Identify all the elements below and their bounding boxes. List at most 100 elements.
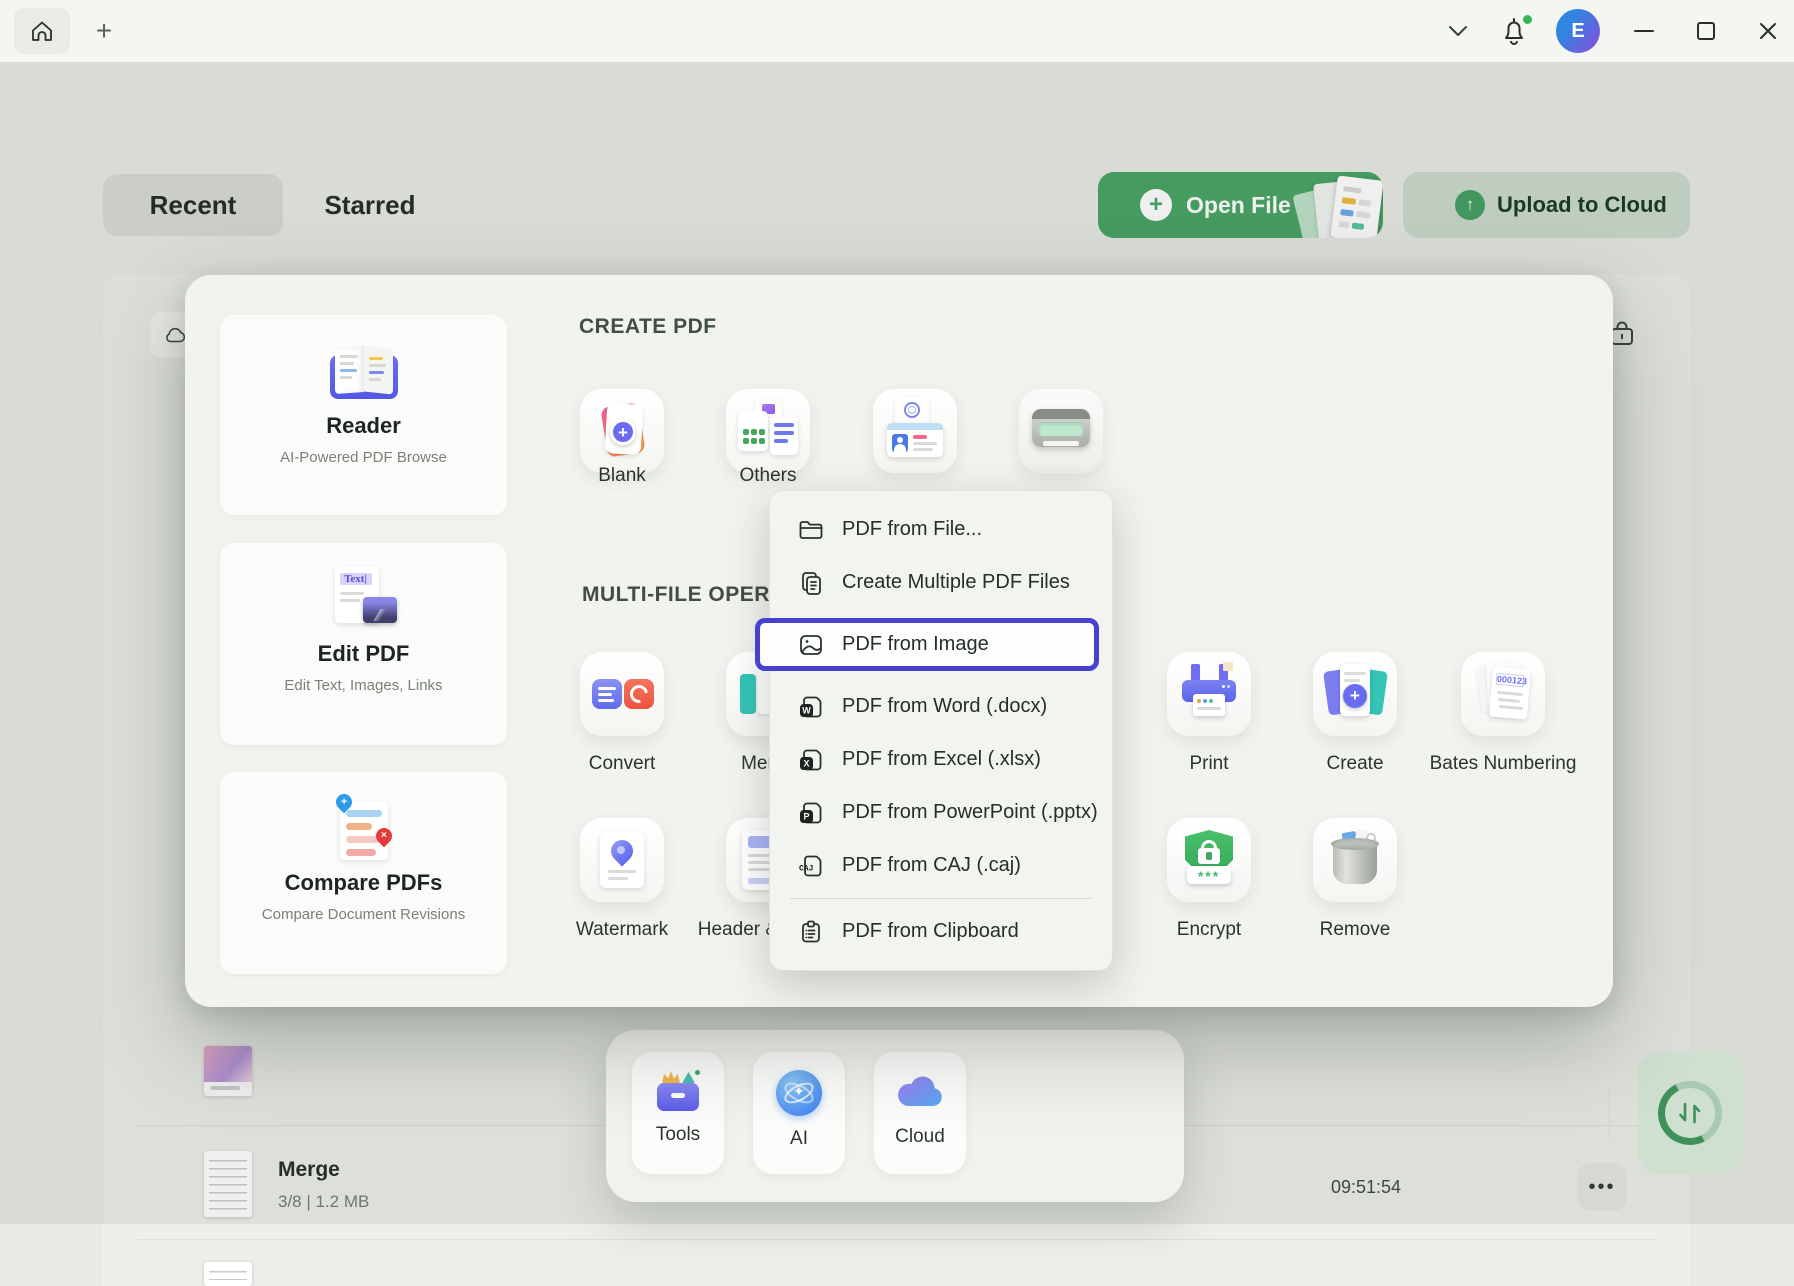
excel-icon: X [796, 746, 826, 774]
encrypt-tile[interactable]: *** [1167, 818, 1251, 902]
bates-numbering-tile[interactable]: 000123 [1461, 652, 1545, 736]
bates-numbering-label: Bates Numbering [1383, 753, 1623, 775]
notifications-button[interactable] [1498, 12, 1538, 50]
menu-item-pdf-from-excel[interactable]: X PDF from Excel (.xlsx) [770, 733, 1112, 786]
sync-progress-icon [1658, 1081, 1722, 1145]
create-from-scanner-tile[interactable] [1019, 389, 1103, 473]
maximize-icon [1696, 21, 1716, 41]
file-more-button[interactable]: ••• [1577, 1163, 1627, 1211]
create-tile[interactable]: + [1313, 652, 1397, 736]
tab-recent-label: Recent [150, 190, 237, 221]
toolbox-icon [654, 1070, 702, 1112]
create-blank-label: Blank [542, 465, 702, 487]
print-label: Print [1129, 753, 1289, 775]
plus-icon: + [1140, 189, 1172, 221]
edit-pdf-subtitle: Edit Text, Images, Links [220, 677, 507, 694]
reader-subtitle: AI-Powered PDF Browse [220, 449, 507, 466]
upload-arrow-icon: ↑ [1455, 190, 1485, 220]
compare-pdfs-icon: + × [334, 794, 394, 860]
chevron-down-icon [1447, 24, 1469, 38]
dock-cloud-button[interactable]: Cloud [874, 1052, 966, 1174]
menu-item-pdf-from-caj[interactable]: CAJ PDF from CAJ (.caj) [770, 839, 1112, 892]
open-file-label: Open File [1186, 192, 1291, 219]
bottom-dock: Tools ✦ AI Cloud [606, 1030, 1184, 1202]
home-tab[interactable] [14, 8, 70, 54]
menu-item-label: PDF from Excel (.xlsx) [842, 748, 1041, 771]
menu-item-create-multiple-pdf[interactable]: Create Multiple PDF Files [770, 556, 1112, 609]
convert-tile[interactable] [580, 652, 664, 736]
menu-item-label: PDF from CAJ (.caj) [842, 854, 1021, 877]
caj-icon: CAJ [796, 852, 826, 880]
menu-item-label: PDF from File... [842, 518, 982, 541]
file-thumbnail-partial-bottom[interactable] [204, 1262, 252, 1286]
create-others-label: Others [688, 465, 848, 487]
remove-label: Remove [1275, 919, 1435, 941]
svg-text:CAJ: CAJ [799, 864, 813, 873]
create-others-tile[interactable] [726, 389, 810, 473]
window-maximize-button[interactable] [1684, 14, 1728, 48]
reader-card[interactable]: Reader AI-Powered PDF Browse [220, 315, 507, 515]
dock-tools-button[interactable]: Tools [632, 1052, 724, 1174]
powerpoint-icon: P [796, 799, 826, 827]
print-tile[interactable] [1167, 652, 1251, 736]
edit-pdf-title: Edit PDF [220, 641, 507, 667]
menu-item-pdf-from-file[interactable]: PDF from File... [770, 503, 1112, 556]
watermark-tile[interactable] [580, 818, 664, 902]
create-from-idcard-tile[interactable] [873, 389, 957, 473]
edit-pdf-card[interactable]: Text| Edit PDF Edit Text, Images, Links [220, 543, 507, 745]
new-tab-button[interactable]: + [86, 13, 122, 49]
folder-icon [796, 516, 826, 544]
upload-to-cloud-button[interactable]: ↑ Upload to Cloud [1403, 172, 1690, 238]
reader-book-icon [326, 341, 402, 403]
cloud-icon [164, 327, 186, 343]
menu-item-label: PDF from Clipboard [842, 920, 1019, 943]
window-minimize-button[interactable] [1622, 14, 1666, 48]
reader-title: Reader [220, 413, 507, 439]
edit-pdf-icon: Text| [329, 567, 399, 631]
tab-starred[interactable]: Starred [305, 174, 435, 236]
compare-pdfs-card[interactable]: + × Compare PDFs Compare Document Revisi… [220, 772, 507, 974]
file-name[interactable]: Merge [278, 1158, 340, 1182]
row-divider [137, 1239, 1656, 1240]
plus-icon: + [96, 15, 112, 47]
window-titlebar: + E [0, 0, 1794, 62]
notification-dot [1523, 15, 1532, 24]
create-blank-tile[interactable]: + [580, 389, 664, 473]
dock-cloud-label: Cloud [895, 1126, 945, 1148]
word-icon: W [796, 693, 826, 721]
open-file-button[interactable]: + Open File [1098, 172, 1383, 238]
dock-ai-button[interactable]: ✦ AI [753, 1052, 845, 1174]
tab-starred-label: Starred [324, 190, 415, 221]
merge-file-thumbnail[interactable] [204, 1151, 252, 1217]
ellipsis-icon: ••• [1588, 1176, 1615, 1199]
dock-tools-label: Tools [656, 1124, 700, 1146]
image-icon [796, 631, 826, 659]
home-icon [28, 17, 56, 45]
compare-pdfs-subtitle: Compare Document Revisions [220, 906, 507, 923]
dock-sync-button[interactable] [1638, 1052, 1742, 1174]
cloud-icon [894, 1070, 946, 1114]
convert-label: Convert [542, 753, 702, 775]
close-icon [1758, 21, 1778, 41]
dock-ai-label: AI [790, 1128, 808, 1150]
menu-item-pdf-from-clipboard[interactable]: PDF from Clipboard [770, 905, 1112, 958]
svg-text:W: W [802, 705, 811, 715]
clipboard-icon [796, 918, 826, 946]
compare-pdfs-title: Compare PDFs [220, 870, 507, 896]
menu-item-label: Create Multiple PDF Files [842, 571, 1070, 594]
minimize-icon [1634, 29, 1654, 33]
remove-tile[interactable] [1313, 818, 1397, 902]
svg-text:P: P [803, 811, 809, 821]
ai-sphere-icon: ✦ [776, 1070, 822, 1116]
titlebar-chevron-button[interactable] [1438, 16, 1478, 46]
account-avatar[interactable]: E [1556, 9, 1600, 53]
file-timestamp: 09:51:54 [1331, 1177, 1401, 1198]
menu-item-pdf-from-powerpoint[interactable]: P PDF from PowerPoint (.pptx) [770, 786, 1112, 839]
menu-item-pdf-from-image[interactable]: PDF from Image [755, 618, 1099, 671]
menu-item-label: PDF from PowerPoint (.pptx) [842, 801, 1098, 824]
paper-front [1330, 175, 1383, 238]
file-thumbnail-partial[interactable] [204, 1046, 252, 1096]
tab-recent[interactable]: Recent [103, 174, 283, 236]
menu-item-pdf-from-word[interactable]: W PDF from Word (.docx) [770, 680, 1112, 733]
window-close-button[interactable] [1746, 14, 1790, 48]
